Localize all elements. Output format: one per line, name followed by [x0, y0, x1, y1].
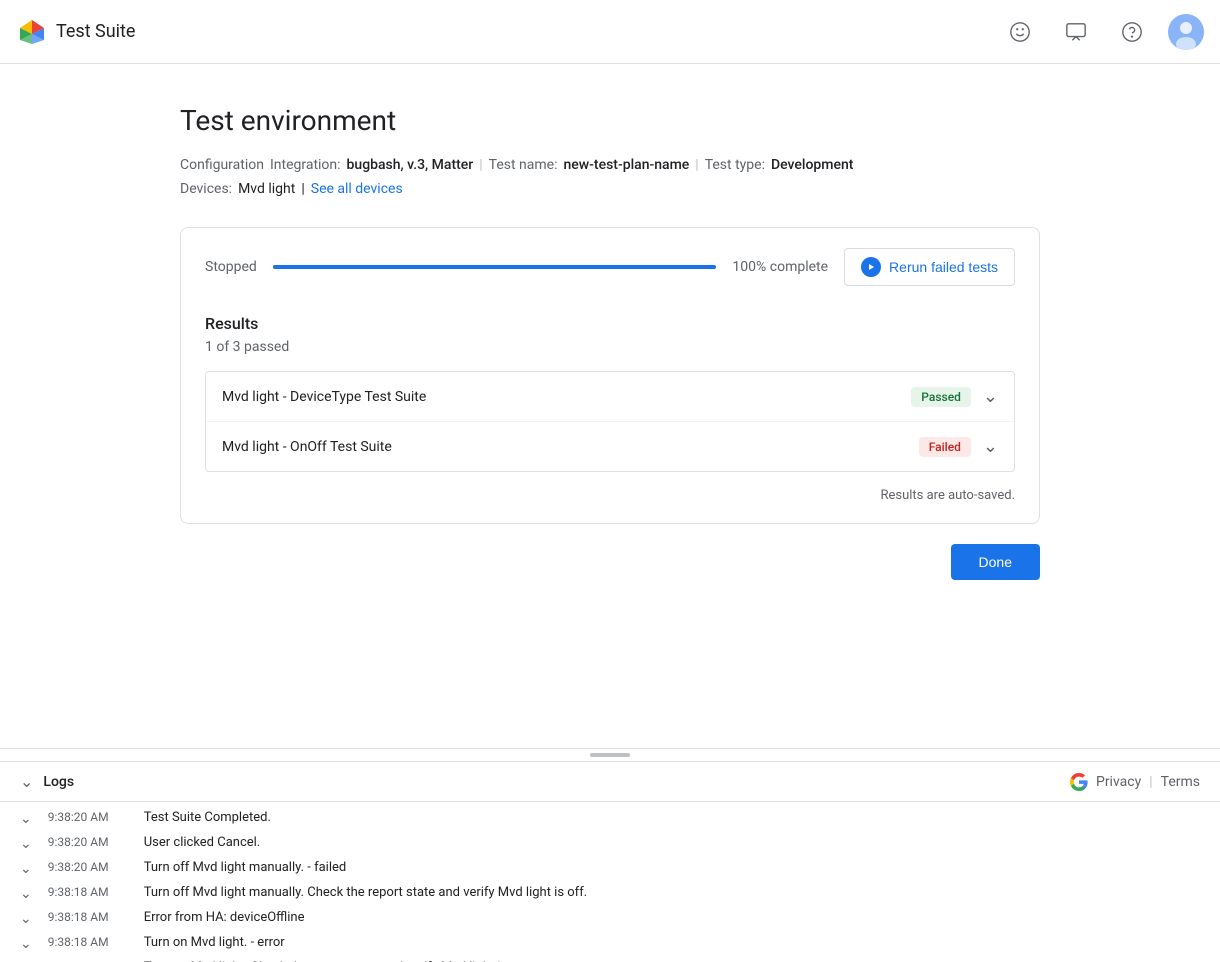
log-chevron-icon: ⌄: [20, 811, 32, 827]
devices-sep: |: [301, 181, 304, 197]
auto-saved-notice: Results are auto-saved.: [205, 472, 1015, 503]
devices-label: Devices:: [180, 181, 232, 197]
user-avatar[interactable]: [1168, 14, 1204, 50]
log-chevron-icon: ⌄: [20, 886, 32, 902]
progress-card: Stopped 100% complete Rerun failed tests…: [180, 227, 1040, 524]
test-type-label: Test type:: [705, 157, 765, 173]
status-badge: Failed: [919, 437, 971, 457]
test-name: Mvd light - DeviceType Test Suite: [222, 389, 426, 405]
rerun-btn-label: Rerun failed tests: [889, 259, 998, 275]
log-chevron-icon: ⌄: [20, 836, 32, 852]
progress-bar-fill: [273, 265, 717, 269]
test-item[interactable]: Mvd light - DeviceType Test Suite Passed…: [206, 372, 1014, 422]
play-icon: [861, 257, 881, 277]
devices-row: Devices: Mvd light | See all devices: [180, 181, 1040, 197]
status-badge: Passed: [911, 387, 971, 407]
progress-section: Stopped 100% complete Rerun failed tests: [205, 248, 1015, 286]
logs-header-left: ⌄ Logs: [20, 772, 74, 791]
app-title: Test Suite: [56, 21, 135, 42]
test-item-right: Passed ⌄: [911, 386, 998, 407]
log-row[interactable]: ⌄ 9:38:20 AM Turn off Mvd light manually…: [0, 856, 1220, 881]
test-name-label: Test name:: [489, 157, 558, 173]
test-item-right: Failed ⌄: [919, 436, 998, 457]
drag-handle: [590, 753, 630, 757]
see-all-devices-link[interactable]: See all devices: [311, 181, 403, 197]
log-message: Turn off Mvd light manually. - failed: [144, 860, 346, 875]
log-chevron-icon: ⌄: [20, 911, 32, 927]
page-title: Test environment: [180, 104, 1040, 137]
chevron-down-icon: ⌄: [983, 436, 998, 457]
logs-footer-links: Privacy | Terms: [1070, 773, 1200, 791]
results-section: Results 1 of 3 passed Mvd light - Device…: [205, 310, 1015, 472]
log-message: Error from HA: deviceOffline: [144, 910, 305, 925]
sep2: |: [695, 157, 698, 173]
sep1: |: [479, 157, 482, 173]
integration-value: bugbash, v.3, Matter: [347, 157, 474, 173]
logs-title: Logs: [43, 774, 74, 790]
done-button[interactable]: Done: [951, 544, 1040, 580]
chat-icon[interactable]: [1056, 12, 1096, 52]
integration-label: Integration:: [270, 157, 341, 173]
terms-link[interactable]: Terms: [1161, 774, 1200, 790]
log-time: 9:38:18 AM: [48, 910, 128, 924]
log-time: 9:38:20 AM: [48, 810, 128, 824]
log-row[interactable]: ⌄ 9:38:18 AM Turn off Mvd light manually…: [0, 881, 1220, 906]
main-content: Test environment Configuration Integrati…: [0, 64, 1220, 762]
log-time: 9:38:18 AM: [48, 885, 128, 899]
logs-content: ⌄ 9:38:20 AM Test Suite Completed. ⌄ 9:3…: [0, 802, 1220, 962]
test-name-value: new-test-plan-name: [563, 157, 689, 173]
logs-header: ⌄ Logs Privacy | Terms: [0, 762, 1220, 802]
config-label: Configuration: [180, 157, 264, 173]
log-row[interactable]: ⌄ 9:38:18 AM Turn on Mvd light. - error: [0, 931, 1220, 956]
log-row[interactable]: ⌄ 9:38:18 AM Error from HA: deviceOfflin…: [0, 906, 1220, 931]
log-message: Turn off Mvd light manually. Check the r…: [144, 885, 587, 900]
log-time: 9:38:20 AM: [48, 835, 128, 849]
chevron-down-icon: ⌄: [983, 386, 998, 407]
test-name: Mvd light - OnOff Test Suite: [222, 439, 392, 455]
results-title: Results: [205, 314, 1015, 333]
log-chevron-icon: ⌄: [20, 861, 32, 877]
progress-status: Stopped: [205, 259, 257, 275]
help-icon[interactable]: [1112, 12, 1152, 52]
log-message: Test Suite Completed.: [144, 810, 271, 825]
privacy-link[interactable]: Privacy: [1096, 774, 1141, 790]
content-wrapper: Test environment Configuration Integrati…: [160, 64, 1060, 620]
log-row[interactable]: ⌄ 9:38:20 AM Test Suite Completed.: [0, 806, 1220, 831]
header-right: [1000, 12, 1204, 52]
test-type-value: Development: [771, 157, 853, 173]
log-message: User clicked Cancel.: [144, 835, 261, 850]
progress-bar-container: [273, 265, 717, 269]
log-row[interactable]: ⌄ 9:38:17 AM Turn on Mvd light. Check th…: [0, 956, 1220, 962]
log-chevron-icon: ⌄: [20, 936, 32, 952]
config-row: Configuration Integration: bugbash, v.3,…: [180, 157, 1040, 173]
logs-panel: ⌄ Logs Privacy | Terms ⌄ 9:38:20 AM Test…: [0, 748, 1220, 962]
log-message: Turn on Mvd light. - error: [144, 935, 285, 950]
log-time: 9:38:20 AM: [48, 860, 128, 874]
rerun-failed-tests-button[interactable]: Rerun failed tests: [844, 248, 1015, 286]
test-list: Mvd light - DeviceType Test Suite Passed…: [205, 371, 1015, 472]
log-time: 9:38:18 AM: [48, 935, 128, 949]
progress-percent: 100% complete: [732, 259, 828, 275]
log-row[interactable]: ⌄ 9:38:20 AM User clicked Cancel.: [0, 831, 1220, 856]
bottom-actions: Done: [180, 524, 1040, 600]
devices-value: Mvd light: [238, 181, 295, 197]
google-logo-icon: [1070, 773, 1088, 791]
app-logo-icon: [16, 16, 48, 48]
test-item[interactable]: Mvd light - OnOff Test Suite Failed ⌄: [206, 422, 1014, 471]
header-left: Test Suite: [16, 16, 135, 48]
results-count: 1 of 3 passed: [205, 339, 1015, 355]
logs-toggle-icon[interactable]: ⌄: [20, 772, 33, 791]
emoji-icon[interactable]: [1000, 12, 1040, 52]
drag-bar[interactable]: [0, 749, 1220, 762]
links-separator: |: [1149, 774, 1152, 790]
app-header: Test Suite: [0, 0, 1220, 64]
